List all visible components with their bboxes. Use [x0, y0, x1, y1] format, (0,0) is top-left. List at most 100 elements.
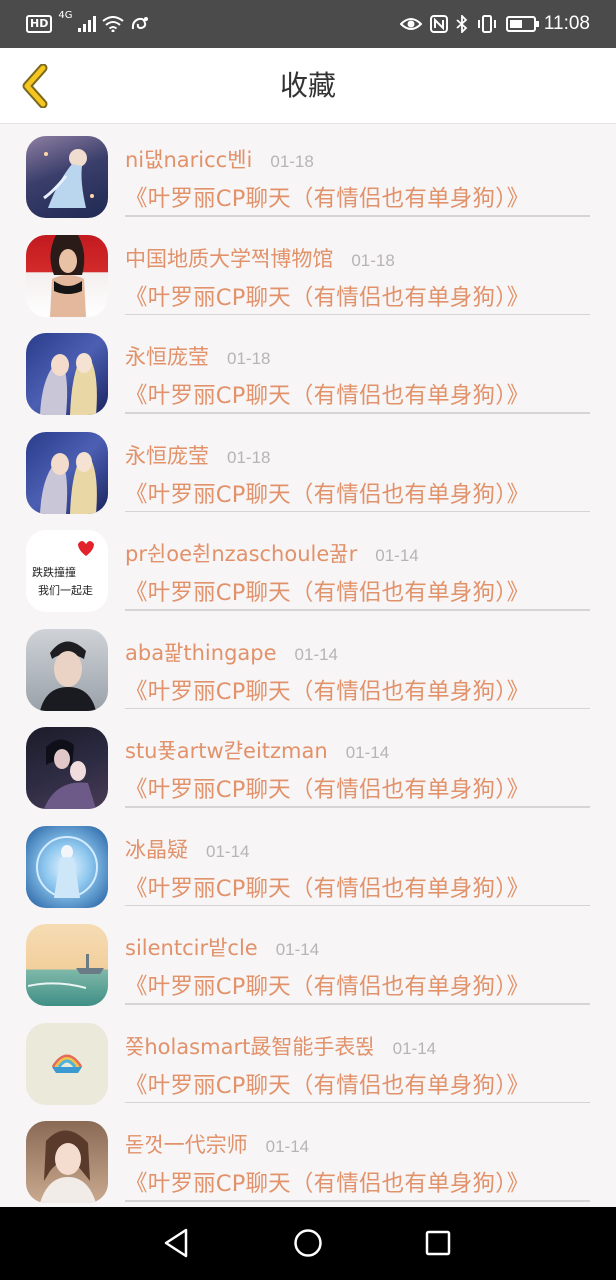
- triangle-back-icon: [164, 1228, 188, 1258]
- divider: [125, 215, 590, 217]
- group-title[interactable]: 《叶罗丽CP聊天（有情侣也有单身狗）》: [125, 674, 529, 706]
- nav-recents-button[interactable]: [418, 1225, 458, 1261]
- avatar: [26, 628, 108, 711]
- list-item[interactable]: ni댒naricc벤i 01-18 《叶罗丽CP聊天（有情侣也有单身狗）》: [0, 124, 616, 223]
- list-item[interactable]: silentcir밭cle 01-14 《叶罗丽CP聊天（有情侣也有单身狗）》: [0, 912, 616, 1011]
- group-title[interactable]: 《叶罗丽CP聊天（有情侣也有单身狗）》: [125, 477, 529, 509]
- user-name: ni댒naricc벤i: [125, 148, 253, 172]
- list-item[interactable]: 쫒holasmart晸智能手表뙩 01-14 《叶罗丽CP聊天（有情侣也有单身狗…: [0, 1011, 616, 1110]
- divider: [125, 707, 590, 709]
- item-date: 01-14: [206, 841, 250, 861]
- divider: [125, 609, 590, 611]
- item-date: 01-14: [375, 546, 419, 565]
- nfc-icon: [429, 15, 448, 33]
- page-title: 收藏: [279, 69, 336, 102]
- status-left: HD 4G: [26, 10, 150, 38]
- user-name: 永恒庞莹: [125, 345, 209, 369]
- divider: [125, 412, 590, 414]
- divider: [125, 904, 590, 906]
- group-title[interactable]: 《叶罗丽CP聊天（有情侣也有单身狗）》: [125, 378, 529, 410]
- group-title[interactable]: 《叶罗丽CP聊天（有情侣也有单身狗）》: [125, 1166, 529, 1198]
- user-name: silentcir밭cle: [125, 936, 258, 960]
- user-name: 中国地质大学쩍博物馆: [125, 246, 334, 271]
- item-date: 01-14: [392, 1038, 437, 1058]
- item-date: 01-14: [294, 644, 339, 664]
- user-name: 돋껏一代宗师: [125, 1133, 248, 1157]
- status-bar: HD 4G 11:08: [0, 0, 616, 48]
- hd-icon: HD: [26, 15, 53, 33]
- list-item[interactable]: 돋껏一代宗师 01-14 《叶罗丽CP聊天（有情侣也有单身狗）》: [0, 1109, 616, 1207]
- clock: 11:08: [543, 13, 590, 34]
- item-date: 01-14: [345, 743, 390, 762]
- bluetooth-icon: [456, 15, 468, 33]
- item-meta: aba팙thingape 01-14: [125, 637, 596, 669]
- group-title[interactable]: 《叶罗丽CP聊天（有情侣也有单身狗）》: [125, 1068, 529, 1100]
- user-name: 쫒holasmart晸智能手表뙩: [125, 1034, 375, 1059]
- item-date: 01-18: [227, 349, 271, 368]
- item-meta: 永恒庞莹 01-18: [125, 341, 596, 373]
- divider: [125, 510, 590, 512]
- item-date: 01-18: [270, 152, 314, 171]
- avatar: [26, 924, 108, 1006]
- list-item[interactable]: 跌跌撞撞 我们一起走 pr쉰oe췬nzaschoule꿆r 01-14 《叶罗丽…: [0, 518, 616, 617]
- nav-back-button[interactable]: [156, 1225, 196, 1261]
- item-meta: ni댒naricc벤i 01-18: [125, 144, 596, 176]
- user-name: 永恒庞莹: [125, 443, 209, 468]
- avatar-caption: 我们一起走: [38, 584, 93, 597]
- divider: [125, 1200, 590, 1202]
- list-item[interactable]: stu푳artw캳eitzman 01-14 《叶罗丽CP聊天（有情侣也有单身狗…: [0, 715, 616, 814]
- divider: [125, 806, 590, 808]
- list-item[interactable]: aba팙thingape 01-14 《叶罗丽CP聊天（有情侣也有单身狗）》: [0, 617, 616, 716]
- system-nav-bar: [0, 1207, 616, 1280]
- group-title[interactable]: 《叶罗丽CP聊天（有情侣也有单身狗）》: [125, 969, 529, 1001]
- item-meta: 冰晶疑 01-14: [125, 834, 596, 866]
- avatar: [26, 234, 108, 317]
- eye-comfort-icon: [399, 18, 422, 30]
- avatar: [26, 333, 108, 415]
- square-recents-icon: [425, 1230, 451, 1256]
- user-name: 冰晶疑: [125, 837, 188, 862]
- item-meta: 돋껏一代宗师 01-14: [125, 1129, 596, 1161]
- back-button[interactable]: [12, 62, 60, 110]
- group-title[interactable]: 《叶罗丽CP聊天（有情侣也有单身狗）》: [125, 280, 529, 312]
- item-meta: 쫒holasmart晸智能手表뙩 01-14: [125, 1031, 596, 1063]
- wifi-icon: [102, 16, 125, 32]
- item-date: 01-14: [265, 1137, 310, 1156]
- avatar: [26, 136, 108, 218]
- group-title[interactable]: 《叶罗丽CP聊天（有情侣也有单身狗）》: [125, 575, 529, 607]
- list-item[interactable]: 冰晶疑 01-14 《叶罗丽CP聊天（有情侣也有单身狗）》: [0, 814, 616, 913]
- item-meta: 永恒庞莹 01-18: [125, 440, 596, 472]
- item-meta: pr쉰oe췬nzaschoule꿆r 01-14: [125, 538, 596, 570]
- list-item[interactable]: 中国地质大学쩍博物馆 01-18 《叶罗丽CP聊天（有情侣也有单身狗）》: [0, 223, 616, 322]
- favorites-list: ni댒naricc벤i 01-18 《叶罗丽CP聊天（有情侣也有单身狗）》 中国…: [0, 124, 616, 1207]
- app-notification-icon: [132, 17, 149, 30]
- divider: [125, 1003, 590, 1005]
- avatar: [26, 431, 108, 514]
- group-title[interactable]: 《叶罗丽CP聊天（有情侣也有单身狗）》: [125, 181, 529, 213]
- user-name: pr쉰oe췬nzaschoule꿆r: [125, 542, 358, 566]
- avatar: [26, 727, 108, 809]
- group-title[interactable]: 《叶罗丽CP聊天（有情侣也有单身狗）》: [125, 871, 529, 903]
- item-meta: 中国地质大学쩍博物馆 01-18: [125, 243, 596, 275]
- avatar: 跌跌撞撞 我们一起走: [26, 530, 108, 612]
- divider: [125, 1101, 590, 1103]
- list-item[interactable]: 永恒庞莹 01-18 《叶罗丽CP聊天（有情侣也有单身狗）》: [0, 321, 616, 420]
- list-item[interactable]: 永恒庞莹 01-18 《叶罗丽CP聊天（有情侣也有单身狗）》: [0, 420, 616, 519]
- signal-icon: [78, 16, 97, 32]
- group-title[interactable]: 《叶罗丽CP聊天（有情侣也有单身狗）》: [125, 772, 529, 804]
- user-name: aba팙thingape: [125, 640, 277, 665]
- app-header: 收藏: [0, 48, 616, 124]
- item-meta: silentcir밭cle 01-14: [125, 932, 596, 964]
- avatar-caption: 跌跌撞撞: [32, 566, 76, 579]
- status-right: 11:08: [399, 10, 590, 38]
- circle-home-icon: [294, 1229, 322, 1257]
- network-type: 4G: [58, 10, 73, 21]
- item-date: 01-18: [351, 250, 395, 270]
- nav-home-button[interactable]: [288, 1225, 328, 1261]
- chevron-left-icon: [22, 64, 48, 108]
- battery-icon: [505, 16, 539, 32]
- item-date: 01-18: [227, 447, 271, 467]
- avatar: [26, 825, 108, 908]
- divider: [125, 313, 590, 315]
- avatar: [26, 1022, 108, 1105]
